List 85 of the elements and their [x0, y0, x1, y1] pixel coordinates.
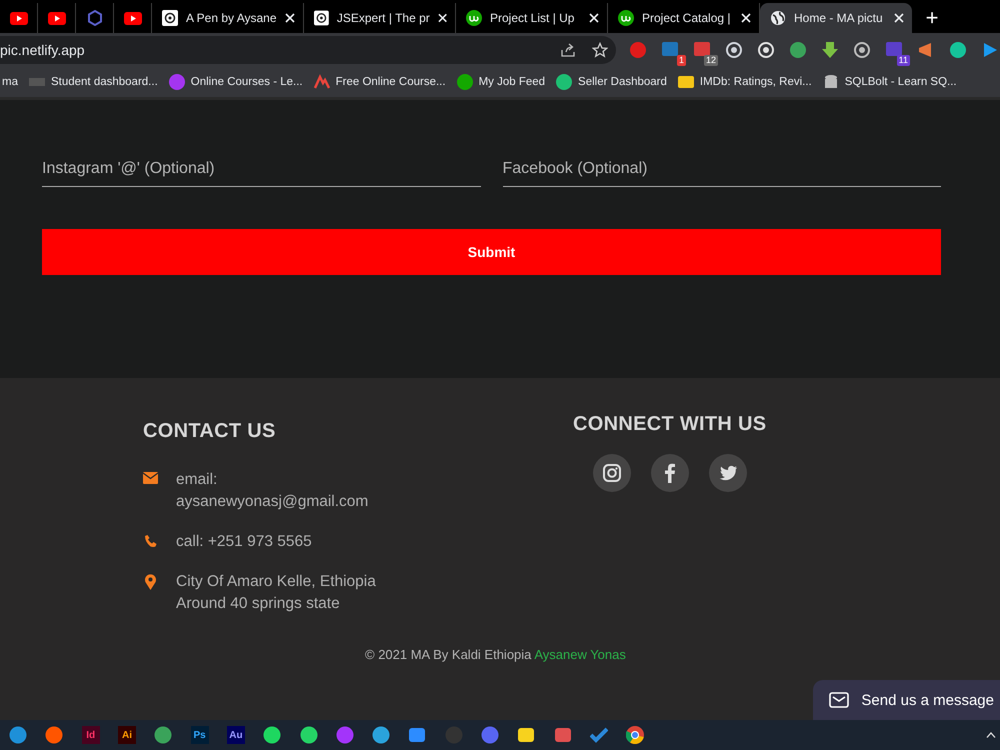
count-badge: 12	[704, 54, 718, 66]
location-pin-icon	[143, 574, 158, 590]
site-icon	[456, 74, 473, 90]
tab-title: Project List | Up	[490, 11, 576, 25]
close-icon[interactable]	[741, 13, 751, 23]
extension-icon[interactable]	[852, 40, 872, 60]
site-icon	[556, 74, 572, 90]
input-field[interactable]: Instagram '@' (Optional)	[42, 152, 480, 187]
browser-tab[interactable]: Home - MA pictu	[760, 3, 912, 33]
bookmark[interactable]: Free Online Course...	[314, 74, 446, 90]
taskbar-app[interactable]: Id	[72, 720, 109, 750]
close-icon[interactable]	[589, 13, 599, 23]
share-icon[interactable]	[560, 42, 576, 58]
app-icon	[9, 726, 28, 744]
checkmark-icon	[590, 726, 608, 744]
play-icon	[124, 12, 142, 24]
close-icon[interactable]	[285, 13, 295, 23]
section-heading: CONNECT WITH US	[573, 413, 766, 436]
envelope-icon	[829, 692, 850, 708]
contact-text: call: +251 973 5565	[176, 532, 313, 552]
count-badge: 1	[676, 54, 686, 66]
new-tab-button[interactable]: +	[912, 3, 952, 33]
app-icon	[314, 10, 329, 26]
close-icon[interactable]	[894, 13, 904, 23]
globe-icon	[770, 10, 786, 26]
star-icon[interactable]	[592, 42, 608, 58]
caret-icon[interactable]	[986, 732, 996, 738]
app-icon	[444, 726, 463, 744]
app-icon	[263, 726, 282, 744]
bookmark[interactable]: My Job Feed	[456, 74, 546, 90]
bookmark[interactable]: IMDb: Ratings, Revi...	[678, 74, 812, 90]
tab-title: A Pen by Aysane	[186, 11, 277, 25]
site-icon	[314, 74, 330, 90]
extension-icon[interactable]	[820, 40, 840, 60]
app-icon	[336, 726, 354, 744]
send-message-button[interactable]: Send us a message	[813, 680, 1000, 720]
address-bar[interactable]: pic.netlify.app	[0, 36, 616, 64]
extension-icon[interactable]	[756, 40, 776, 60]
author-link[interactable]: Aysanew Yonas	[534, 647, 626, 662]
app-icon	[162, 10, 178, 26]
site-icon	[822, 74, 839, 90]
contact-text: email: aysanewyonasj@gmail.com	[176, 470, 370, 512]
play-icon	[10, 12, 28, 24]
app-icon	[466, 10, 482, 26]
app-icon	[45, 726, 64, 744]
input-field[interactable]: Facebook (Optional)	[502, 152, 941, 187]
extension-icon[interactable]	[948, 40, 968, 60]
app-icon	[618, 10, 634, 26]
url-text: pic.netlify.app	[0, 42, 85, 58]
taskbar-app[interactable]: Au	[218, 720, 254, 750]
instagram-icon[interactable]	[592, 454, 631, 492]
app-icon	[372, 726, 390, 744]
app-icon	[626, 726, 644, 744]
submit-button[interactable]: Submit	[42, 229, 941, 275]
app-icon	[300, 726, 318, 744]
taskbar-app[interactable]: Ps	[181, 720, 218, 750]
contact-text: City Of Amaro Kelle, Ethiopia Around 40 springs state	[176, 572, 377, 614]
app-icon	[408, 726, 426, 744]
extension-icon[interactable]	[724, 40, 744, 60]
extension-icon[interactable]	[788, 40, 808, 60]
app-icon	[481, 726, 499, 744]
facebook-icon[interactable]	[650, 454, 689, 492]
bookmark[interactable]: Online Courses - Le...	[168, 74, 303, 90]
phone-icon	[143, 534, 158, 548]
bookmark[interactable]: Seller Dashboard	[556, 74, 667, 90]
site-icon	[678, 74, 694, 90]
tab-title: Project Catalog |	[642, 11, 732, 25]
taskbar-app[interactable]: Ai	[108, 720, 146, 750]
bookmark[interactable]: ma	[2, 76, 18, 88]
tab-title: JSExpert | The pr	[336, 11, 430, 25]
site-icon	[168, 74, 185, 90]
bookmark[interactable]: Student dashboard...	[28, 74, 158, 90]
app-icon	[554, 726, 572, 744]
copyright-text: © 2021 MA By Kaldi Ethiopia	[365, 647, 532, 662]
bookmark[interactable]: SQLBolt - Learn SQ...	[822, 74, 957, 90]
bird-icon[interactable]	[708, 454, 747, 492]
section-heading: CONTACT US	[143, 420, 277, 443]
count-badge: 11	[896, 54, 910, 66]
tab-title: Home - MA pictu	[794, 11, 884, 25]
app-icon	[154, 726, 172, 744]
close-icon[interactable]	[438, 13, 447, 23]
play-icon	[48, 12, 66, 24]
hexagon-icon	[86, 10, 102, 26]
envelope-icon	[143, 472, 158, 484]
app-icon	[517, 726, 536, 744]
